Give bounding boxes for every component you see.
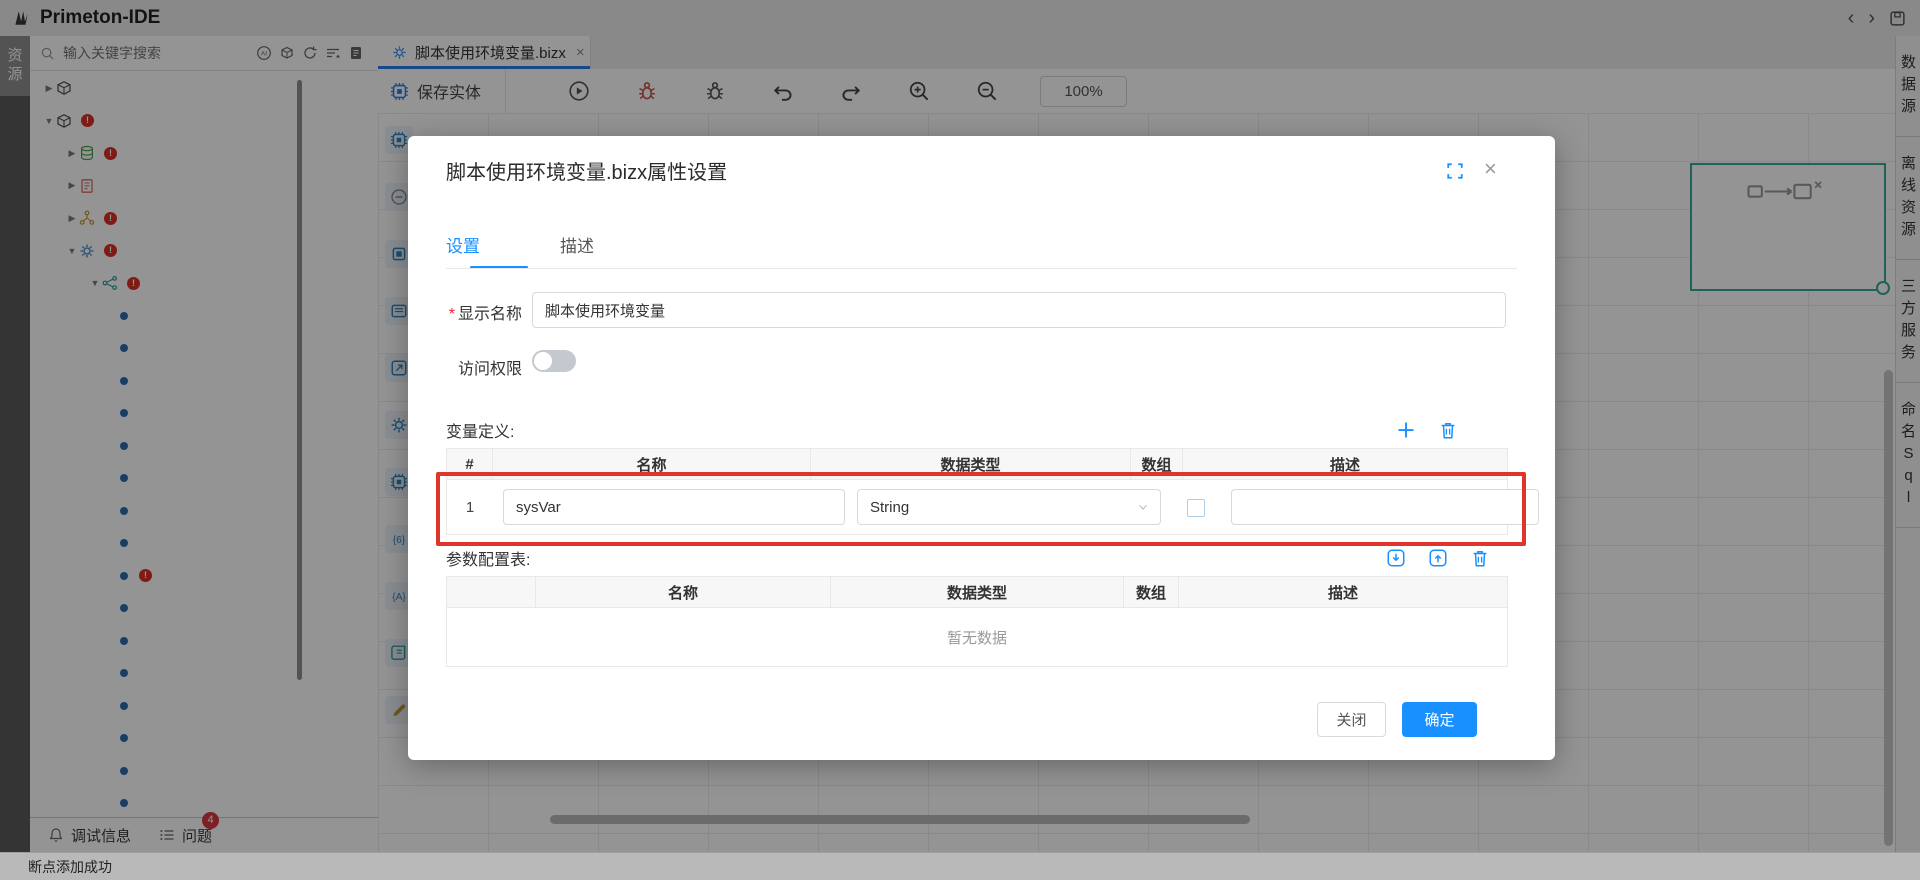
import-params-icon[interactable] [1386, 548, 1406, 568]
var-table-header: 数组 [1131, 449, 1183, 479]
var-table-header: 名称 [493, 449, 811, 479]
export-params-icon[interactable] [1428, 548, 1448, 568]
variables-section-label: 变量定义: [446, 418, 514, 442]
access-label: 访问权限 [412, 355, 522, 379]
param-table-header: 描述 [1179, 577, 1507, 607]
variable-name-input[interactable] [503, 489, 845, 525]
properties-dialog: 脚本使用环境变量.bizx属性设置 × 设置 描述 *显示名称 访问权限 变量定… [408, 136, 1555, 760]
chevron-down-icon [1136, 500, 1150, 514]
delete-variable-icon[interactable] [1438, 420, 1458, 440]
empty-table-text: 暂无数据 [447, 608, 1507, 666]
dialog-close-icon[interactable]: × [1484, 156, 1497, 182]
variable-type-select[interactable]: String [857, 489, 1161, 525]
required-asterisk: * [449, 306, 455, 323]
variables-table: #名称数据类型数组描述 1 String [446, 448, 1508, 535]
tabs-divider [446, 268, 1517, 269]
dialog-title: 脚本使用环境变量.bizx属性设置 [446, 156, 727, 185]
toggle-knob [534, 352, 552, 370]
param-table-header [447, 577, 536, 607]
array-checkbox[interactable] [1187, 499, 1205, 517]
status-message: 断点添加成功 [28, 857, 112, 877]
status-bar: 断点添加成功 [0, 852, 1920, 880]
param-table-header: 名称 [536, 577, 831, 607]
primeton-ide-window: Primeton-IDE ‹ › 资源 AI ▶▼!▶!▶▶!▼!▼!! 调试信… [0, 0, 1920, 880]
fullscreen-icon[interactable] [1446, 162, 1464, 180]
tab-description[interactable]: 描述 [560, 232, 594, 257]
close-button[interactable]: 关闭 [1317, 702, 1386, 737]
variable-type-value: String [870, 499, 909, 516]
display-name-input[interactable] [532, 292, 1506, 328]
row-index: 1 [447, 499, 493, 516]
params-section-label: 参数配置表: [446, 546, 530, 570]
var-table-header: 描述 [1183, 449, 1507, 479]
params-table: 名称数据类型数组描述 暂无数据 [446, 576, 1508, 667]
param-table-header: 数据类型 [831, 577, 1124, 607]
variable-row: 1 String [447, 480, 1507, 534]
var-table-header: 数据类型 [811, 449, 1131, 479]
variable-description-input[interactable] [1231, 489, 1539, 525]
add-variable-icon[interactable] [1396, 420, 1416, 440]
access-toggle[interactable] [532, 350, 576, 372]
param-table-header: 数组 [1124, 577, 1179, 607]
ok-button[interactable]: 确定 [1402, 702, 1477, 737]
display-name-label: *显示名称 [412, 300, 522, 324]
delete-params-icon[interactable] [1470, 548, 1490, 568]
var-table-header: # [447, 449, 493, 479]
tab-settings[interactable]: 设置 [446, 232, 480, 257]
